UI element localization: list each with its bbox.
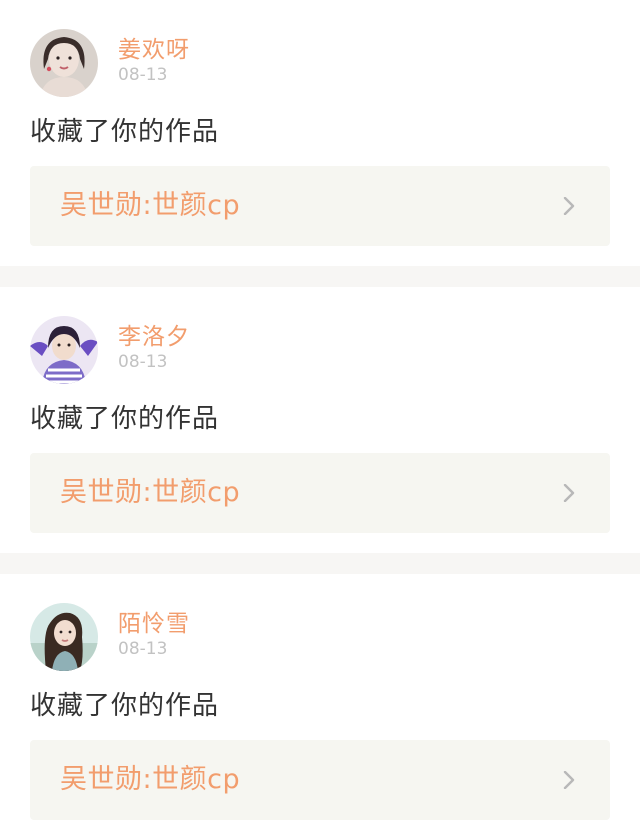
- user-meta: 姜欢呀 08-13: [118, 36, 190, 86]
- action-text: 收藏了你的作品: [30, 117, 220, 147]
- chevron-right-icon: [563, 771, 575, 789]
- notification-header: 姜欢呀 08-13: [30, 29, 190, 97]
- user-avatar[interactable]: [30, 603, 98, 671]
- username[interactable]: 李洛夕: [118, 323, 190, 351]
- notification-card: 姜欢呀 08-13 收藏了你的作品 吴世勋:世颜cp: [0, 0, 640, 266]
- user-meta: 陌怜雪 08-13: [118, 610, 190, 660]
- chevron-right-icon: [563, 484, 575, 502]
- work-link[interactable]: 吴世勋:世颜cp: [30, 166, 610, 246]
- work-title: 吴世勋:世颜cp: [60, 764, 241, 795]
- notification-header: 陌怜雪 08-13: [30, 603, 190, 671]
- notification-card: 陌怜雪 08-13 收藏了你的作品 吴世勋:世颜cp: [0, 574, 640, 840]
- work-title: 吴世勋:世颜cp: [60, 477, 241, 508]
- divider: [0, 266, 640, 287]
- date: 08-13: [118, 65, 168, 85]
- action-text: 收藏了你的作品: [30, 404, 220, 434]
- date: 08-13: [118, 639, 168, 659]
- username[interactable]: 姜欢呀: [118, 36, 190, 64]
- user-avatar[interactable]: [30, 29, 98, 97]
- action-text: 收藏了你的作品: [30, 691, 220, 721]
- divider: [0, 553, 640, 574]
- work-title: 吴世勋:世颜cp: [60, 190, 241, 221]
- notification-header: 李洛夕 08-13: [30, 316, 190, 384]
- user-meta: 李洛夕 08-13: [118, 323, 190, 373]
- notification-card: 李洛夕 08-13 收藏了你的作品 吴世勋:世颜cp: [0, 287, 640, 553]
- date: 08-13: [118, 352, 168, 372]
- notification-feed: 姜欢呀 08-13 收藏了你的作品 吴世勋:世颜cp 李洛夕 08-13 收藏了…: [0, 0, 640, 840]
- chevron-right-icon: [563, 197, 575, 215]
- work-link[interactable]: 吴世勋:世颜cp: [30, 453, 610, 533]
- user-avatar[interactable]: [30, 316, 98, 384]
- work-link[interactable]: 吴世勋:世颜cp: [30, 740, 610, 820]
- username[interactable]: 陌怜雪: [118, 610, 190, 638]
